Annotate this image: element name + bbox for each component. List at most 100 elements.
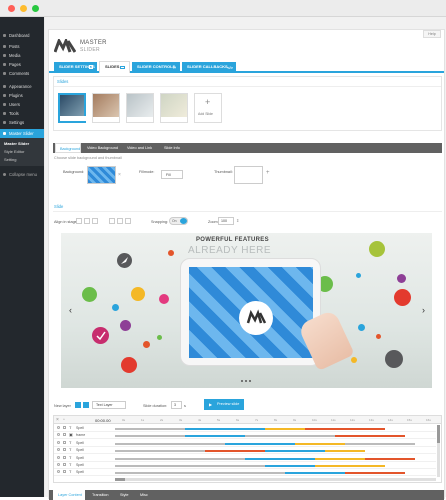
layer-timeline-bar[interactable] bbox=[245, 457, 315, 460]
layer-timeline-bar[interactable] bbox=[115, 450, 205, 453]
zoom-input[interactable]: 100 bbox=[218, 217, 234, 225]
layer-timeline-bar[interactable] bbox=[245, 435, 335, 438]
sidebar-item-comments[interactable]: Comments bbox=[0, 69, 44, 78]
remove-layer-icon[interactable]: × bbox=[56, 417, 59, 423]
scrollbar-thumb[interactable] bbox=[115, 478, 125, 481]
add-slide-button[interactable]: + Add Slide bbox=[194, 93, 222, 123]
layer-timeline-bar[interactable] bbox=[325, 450, 365, 453]
layer-row[interactable]: T Spell bbox=[54, 440, 436, 447]
visibility-icon[interactable] bbox=[57, 426, 60, 429]
layer-row[interactable]: T Spell bbox=[54, 469, 436, 477]
layer-timeline-bar[interactable] bbox=[115, 435, 185, 438]
sidebar-item-settings[interactable]: Settings bbox=[0, 118, 44, 127]
sidebar-item-posts[interactable]: Posts bbox=[0, 42, 44, 51]
tab-layer-content[interactable]: Layer Content bbox=[53, 490, 85, 500]
remove-icon[interactable]: × bbox=[118, 172, 121, 178]
lock-icon[interactable] bbox=[63, 463, 66, 466]
duplicate-layer-icon[interactable]: ▫ bbox=[63, 417, 65, 423]
visibility-icon[interactable] bbox=[57, 455, 60, 459]
align-top-button[interactable] bbox=[109, 218, 115, 224]
tab-style[interactable]: Style bbox=[115, 490, 133, 500]
sidebar-item-dashboard[interactable]: Dashboard bbox=[0, 31, 44, 40]
layer-timeline-bar[interactable] bbox=[265, 465, 315, 467]
layer-timeline-bar[interactable] bbox=[305, 428, 385, 430]
slide-stage-canvas[interactable]: POWERFUL FEATURES ALREADY HERE ‹ › bbox=[61, 233, 432, 388]
slide-thumbnail[interactable] bbox=[160, 93, 188, 123]
zoom-stepper-icon[interactable]: ⇕ bbox=[236, 218, 239, 223]
layer-type-select[interactable]: Text Layer bbox=[92, 401, 126, 409]
snapping-toggle[interactable]: On bbox=[169, 217, 188, 225]
tab-misc[interactable]: Misc bbox=[135, 490, 153, 500]
submenu-setting[interactable]: Setting bbox=[0, 155, 44, 164]
layer-timeline-bar[interactable] bbox=[185, 435, 245, 438]
lock-icon[interactable] bbox=[63, 455, 66, 459]
slide-thumbnail[interactable] bbox=[58, 93, 86, 123]
align-middle-button[interactable] bbox=[117, 218, 123, 224]
layer-timeline-bar[interactable] bbox=[265, 450, 325, 453]
layer-timeline-bar[interactable] bbox=[345, 442, 415, 445]
tab-video-background[interactable]: Video Background bbox=[83, 143, 121, 153]
lock-icon[interactable] bbox=[63, 470, 66, 474]
visibility-icon[interactable] bbox=[57, 448, 60, 452]
bullet[interactable] bbox=[245, 380, 247, 382]
lock-icon[interactable] bbox=[63, 440, 66, 444]
layer-row[interactable]: ▣ frame bbox=[54, 432, 436, 440]
align-right-button[interactable] bbox=[92, 218, 98, 224]
layer-timeline-bar[interactable] bbox=[115, 428, 185, 430]
layer-timeline-bar[interactable] bbox=[205, 450, 265, 453]
layer-row[interactable]: T Spell bbox=[54, 425, 436, 432]
layer-row[interactable]: T Spell bbox=[54, 462, 436, 469]
layer-row[interactable]: T Spell bbox=[54, 455, 436, 462]
thumbnail-image-picker[interactable] bbox=[234, 166, 263, 184]
preview-slide-button[interactable]: ▶ Preview slide bbox=[204, 399, 244, 410]
visibility-icon[interactable] bbox=[57, 463, 60, 466]
bullet[interactable] bbox=[241, 380, 243, 382]
lock-icon[interactable] bbox=[63, 448, 66, 452]
bullet[interactable] bbox=[249, 380, 251, 382]
scrollbar-thumb[interactable] bbox=[437, 425, 440, 443]
maximize-window-button[interactable] bbox=[32, 5, 39, 12]
layer-row[interactable]: T Spell bbox=[54, 447, 436, 455]
minimize-window-button[interactable] bbox=[20, 5, 27, 12]
sidebar-item-master-slider[interactable]: Master Slider bbox=[0, 129, 44, 138]
layer-timeline-bar[interactable] bbox=[285, 472, 345, 475]
close-window-button[interactable] bbox=[8, 5, 15, 12]
add-thumbnail-icon[interactable]: + bbox=[266, 170, 270, 176]
layer-timeline-bar[interactable] bbox=[195, 472, 285, 475]
layer-timeline-bar[interactable] bbox=[115, 442, 225, 445]
align-left-button[interactable] bbox=[76, 218, 82, 224]
sidebar-item-users[interactable]: Users bbox=[0, 100, 44, 109]
sidebar-item-media[interactable]: Media bbox=[0, 51, 44, 60]
layer-timeline-bar[interactable] bbox=[115, 457, 245, 460]
slide-thumbnail[interactable] bbox=[126, 93, 154, 123]
layer-timeline-bar[interactable] bbox=[335, 435, 405, 438]
timeline-hscrollbar[interactable] bbox=[115, 478, 436, 481]
tab-slider-controls[interactable]: SLIDER CONTROLS ‹› bbox=[132, 62, 180, 72]
tab-background[interactable]: Background bbox=[55, 143, 81, 153]
layer-timeline-bar[interactable] bbox=[115, 472, 195, 475]
add-layer-menu-button[interactable] bbox=[83, 402, 89, 408]
tab-transition[interactable]: Transition bbox=[87, 490, 113, 500]
layer-timeline-bar[interactable] bbox=[115, 465, 265, 467]
layer-timeline-bar[interactable] bbox=[265, 428, 305, 430]
fillmode-select[interactable]: Fill bbox=[161, 170, 183, 179]
tab-slides[interactable]: SLIDES bbox=[99, 61, 130, 73]
visibility-icon[interactable] bbox=[57, 433, 60, 437]
layer-timeline-bar[interactable] bbox=[185, 428, 265, 430]
visibility-icon[interactable] bbox=[57, 440, 60, 444]
tab-slide-info[interactable]: Slide Info bbox=[160, 143, 185, 153]
layer-timeline-bar[interactable] bbox=[225, 442, 295, 445]
sidebar-item-plugins[interactable]: Plugins bbox=[0, 91, 44, 100]
collapse-menu[interactable]: Collapse menu bbox=[0, 170, 44, 179]
layer-timeline-bar[interactable] bbox=[295, 442, 345, 445]
tab-slider-settings[interactable]: SLIDER SETTINGS bbox=[54, 62, 97, 72]
next-arrow-icon[interactable]: › bbox=[422, 305, 425, 315]
align-bottom-button[interactable] bbox=[125, 218, 131, 224]
lock-icon[interactable] bbox=[63, 433, 66, 437]
background-image-picker[interactable] bbox=[87, 166, 116, 184]
sidebar-item-appearance[interactable]: Appearance bbox=[0, 82, 44, 91]
layer-timeline-bar[interactable] bbox=[315, 457, 365, 460]
timeline-vscrollbar[interactable] bbox=[437, 425, 440, 477]
layer-timeline-bar[interactable] bbox=[365, 457, 415, 460]
sidebar-item-tools[interactable]: Tools bbox=[0, 109, 44, 118]
